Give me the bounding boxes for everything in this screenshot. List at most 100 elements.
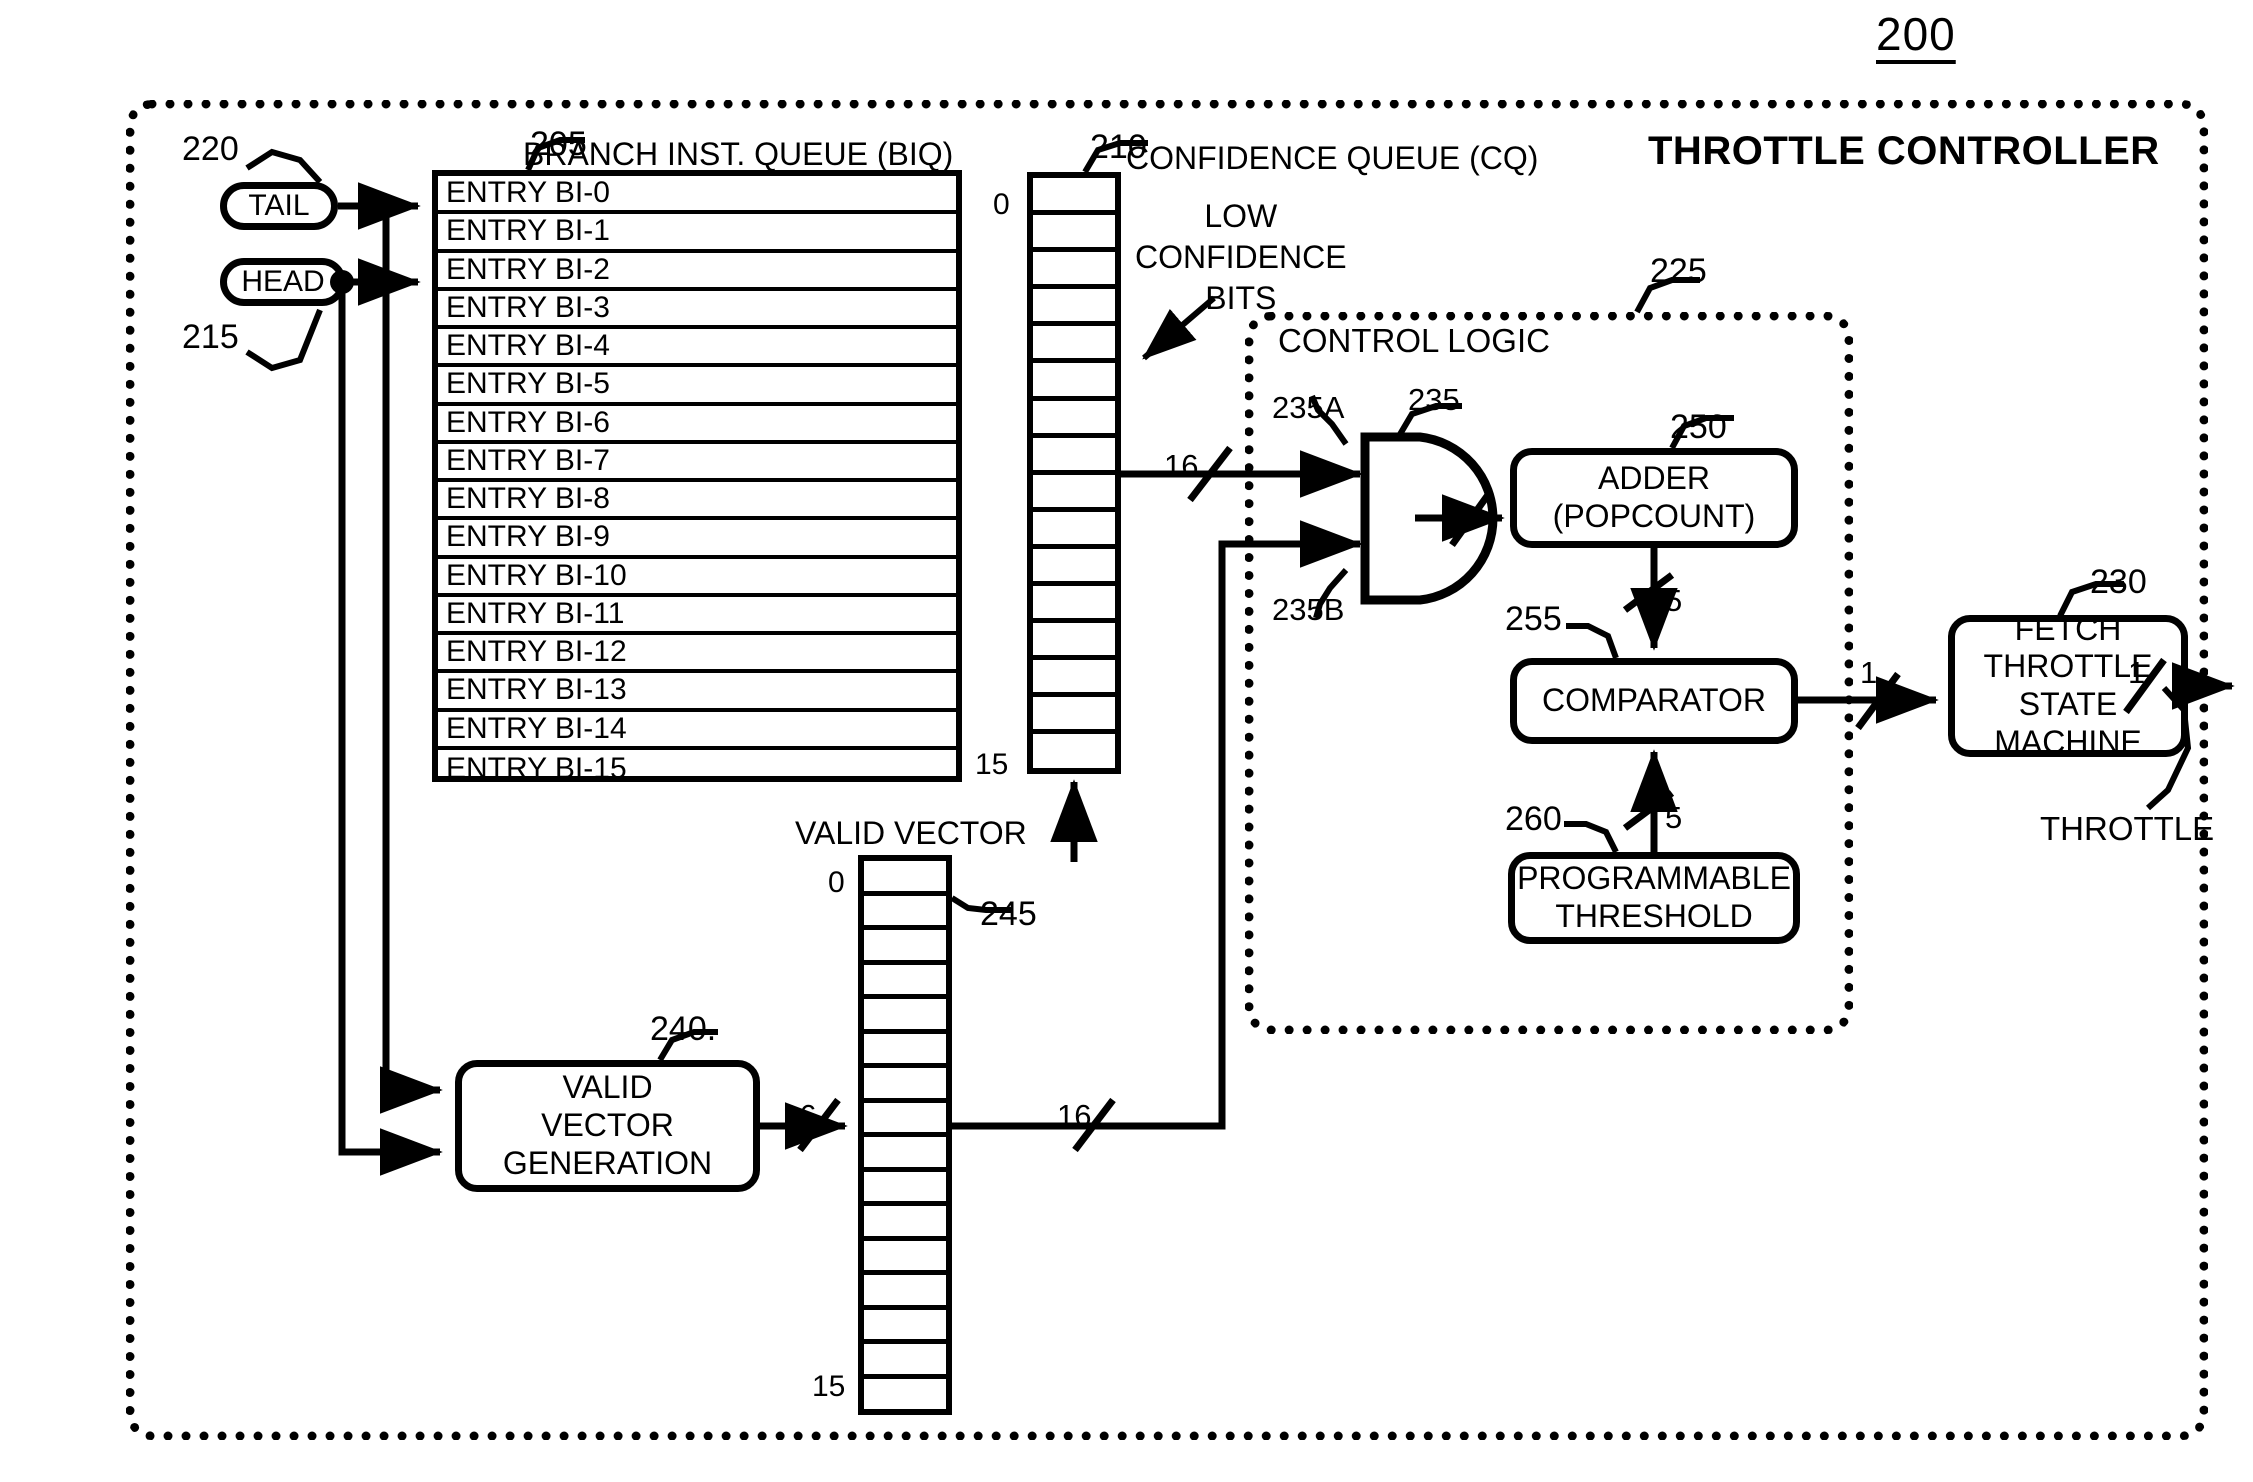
vv-cell — [864, 1068, 946, 1103]
fetch-throttle-state-machine-block: FETCH THROTTLE STATE MACHINE — [1948, 611, 2188, 760]
ref-235B: 235B — [1272, 592, 1345, 627]
threshold-line: THRESHOLD — [1555, 898, 1753, 934]
biq-entry-row: ENTRY BI-7 — [438, 444, 956, 482]
ref-250: 250 — [1670, 408, 1727, 446]
vv-cell — [864, 965, 946, 999]
biq-entry-row: ENTRY BI-5 — [438, 367, 956, 406]
vv-cell — [864, 1103, 946, 1137]
biq-entry-row: ENTRY BI-0 — [438, 176, 956, 215]
head-pointer: HEAD — [220, 258, 346, 306]
tail-pointer: TAIL — [220, 182, 338, 230]
branch-instruction-queue: ENTRY BI-0 ENTRY BI-1 ENTRY BI-2 ENTRY B… — [432, 170, 962, 785]
vv-index-first: 0 — [828, 866, 845, 899]
vvg-line: VALID — [562, 1069, 653, 1106]
confidence-queue — [1027, 172, 1121, 774]
vv-cell — [864, 1206, 946, 1241]
vv-cell — [864, 1310, 946, 1344]
vv-index-last: 15 — [812, 1370, 846, 1403]
control-logic-title: CONTROL LOGIC — [1278, 322, 1550, 359]
adder-line: (POPCOUNT) — [1552, 498, 1756, 534]
cq-cell — [1033, 401, 1115, 438]
throttle-output-label: THROTTLE — [2040, 810, 2215, 847]
cq-cell — [1033, 438, 1115, 475]
fsm-line: STATE — [2018, 686, 2118, 722]
cq-cell — [1033, 586, 1115, 624]
ref-225: 225 — [1650, 252, 1707, 290]
vv-cell — [864, 930, 946, 965]
lcb-line: LOW — [1204, 198, 1278, 234]
fsm-line: FETCH — [2014, 610, 2122, 647]
ref-235A: 235A — [1272, 390, 1345, 425]
biq-entry-row: ENTRY BI-3 — [438, 291, 956, 329]
bus-width-cq-to-and: 16 — [1164, 448, 1199, 483]
cq-cell — [1033, 697, 1115, 735]
biq-entry-row: ENTRY BI-6 — [438, 406, 956, 444]
bus-width-vvg-to-vv: 16 — [782, 1098, 817, 1133]
confidence-queue-title: CONFIDENCE QUEUE (CQ) — [1126, 140, 1539, 176]
cq-cell — [1033, 326, 1115, 364]
biq-entry-row: ENTRY BI-1 — [438, 214, 956, 253]
valid-vector-title: VALID VECTOR — [795, 815, 1027, 851]
vv-cell — [864, 1379, 946, 1414]
cq-cell — [1033, 289, 1115, 327]
bus-width-vv-to-and: 16 — [1057, 1098, 1092, 1133]
ref-210: 210 — [1090, 128, 1147, 166]
low-confidence-bits-label: LOW CONFIDENCE BITS — [1135, 196, 1347, 319]
cq-cell — [1033, 178, 1115, 216]
biq-entry-row: ENTRY BI-9 — [438, 520, 956, 559]
vv-cell — [864, 861, 946, 896]
vv-cell — [864, 896, 946, 930]
cq-cell — [1033, 660, 1115, 698]
ref-240: 240. — [650, 1010, 717, 1048]
bus-width-and-to-adder: 16 — [1432, 473, 1467, 508]
threshold-line: PROGRAMMABLE — [1517, 860, 1791, 897]
biq-entry-row: ENTRY BI-12 — [438, 635, 956, 674]
ref-260: 260 — [1505, 800, 1562, 838]
biq-entry-row: ENTRY BI-13 — [438, 673, 956, 712]
ref-205: 205 — [530, 125, 587, 163]
biq-entry-row: ENTRY BI-8 — [438, 482, 956, 521]
ref-245: 245 — [980, 895, 1037, 933]
adder-popcount-block: ADDER (POPCOUNT) — [1510, 448, 1798, 548]
vv-cell — [864, 1275, 946, 1310]
bus-width-comparator-to-fsm: 1 — [1860, 655, 1878, 690]
bus-width-threshold-to-comparator: 5 — [1665, 800, 1683, 835]
biq-entry-row: ENTRY BI-14 — [438, 712, 956, 750]
adder-line: ADDER — [1597, 460, 1710, 497]
bus-width-fsm-output: 1 — [2128, 655, 2146, 690]
cq-cell — [1033, 549, 1115, 587]
cq-index-last: 15 — [975, 748, 1009, 781]
vv-cell — [864, 1172, 946, 1206]
ref-230: 230 — [2090, 563, 2147, 601]
vvg-line: VECTOR — [541, 1107, 674, 1144]
biq-entry-row: ENTRY BI-10 — [438, 559, 956, 597]
fsm-line: MACHINE — [1994, 723, 2142, 760]
cq-cell — [1033, 215, 1115, 253]
biq-entry-row: ENTRY BI-15 — [446, 751, 627, 785]
ref-235: 235 — [1408, 382, 1460, 417]
biq-entry-row: ENTRY BI-2 — [438, 253, 956, 291]
valid-vector-generation-block: VALID VECTOR GENERATION — [455, 1060, 760, 1192]
cq-cell — [1033, 363, 1115, 401]
throttle-controller-title: THROTTLE CONTROLLER — [1648, 129, 2160, 173]
cq-cell — [1033, 734, 1115, 771]
cq-cell — [1033, 512, 1115, 549]
programmable-threshold-block: PROGRAMMABLE THRESHOLD — [1508, 852, 1800, 944]
vv-cell — [864, 999, 946, 1034]
biq-entry-row: ENTRY BI-4 — [438, 329, 956, 368]
figure-number: 200 — [1876, 8, 1956, 60]
vv-cell — [864, 1034, 946, 1068]
cq-cell — [1033, 475, 1115, 512]
ref-255: 255 — [1505, 600, 1562, 638]
comparator-block: COMPARATOR — [1510, 658, 1798, 744]
valid-vector — [858, 855, 952, 1415]
ref-220: 220 — [182, 130, 239, 168]
vv-cell — [864, 1137, 946, 1172]
bus-width-adder-to-comparator: 5 — [1665, 583, 1683, 618]
cq-index-first: 0 — [993, 188, 1010, 221]
ref-215: 215 — [182, 318, 239, 356]
vv-cell — [864, 1344, 946, 1379]
lcb-line: BITS — [1205, 279, 1277, 316]
patent-figure: 200 THROTTLE CONTROLLER CONTROL LOGIC BR… — [0, 0, 2253, 1482]
vv-cell — [864, 1241, 946, 1275]
